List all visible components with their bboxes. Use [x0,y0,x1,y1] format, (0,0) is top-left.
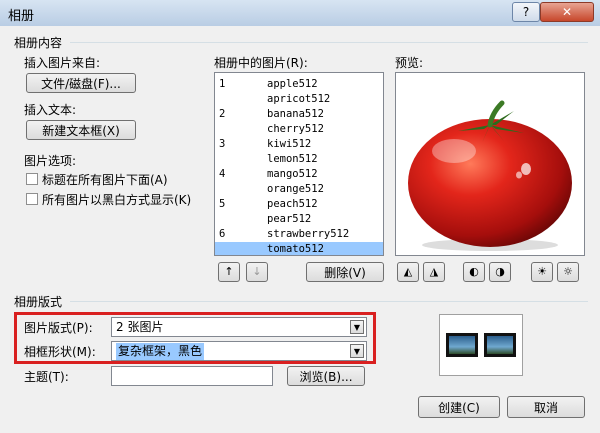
black-white-label: 所有图片以黑白方式显示(K) [42,193,192,207]
list-item[interactable]: apricot512 [215,92,383,107]
cancel-button[interactable]: 取消 [507,396,585,418]
help-button[interactable]: ? [512,2,540,22]
caption-below-label: 标题在所有图片下面(A) [42,173,168,187]
album-content-group-label: 相册内容 [14,36,63,50]
list-item-number: 4 [219,168,226,180]
contrast-down-button[interactable]: ◑ [489,262,511,282]
album-layout-group-label: 相册版式 [14,295,63,309]
brightness-up-button[interactable]: ☀ [531,262,553,282]
list-item-name: kiwi512 [267,138,312,150]
list-item-name: apple512 [267,78,318,90]
group-divider [70,301,588,302]
list-item-name: cherry512 [267,123,324,135]
list-item-name: mango512 [267,168,318,180]
rotate-left-icon: ◭ [403,265,413,278]
highlight-box [14,312,376,364]
brightness-down-button[interactable]: ☼ [557,262,579,282]
rotate-left-button[interactable]: ◭ [397,262,419,282]
brightness-up-icon: ☀ [537,265,547,278]
list-item-number: 1 [219,78,226,90]
list-item[interactable]: 5 peach512 [215,197,383,212]
theme-input[interactable] [111,366,273,386]
layout-thumbnail-image [446,333,516,357]
list-item-name: apricot512 [267,93,331,105]
rotate-right-icon: ◮ [429,265,439,278]
list-item-name: banana512 [267,108,324,120]
pictures-listbox[interactable]: 1 apple512 apricot512 2 banana512 cherry512 3 k… [214,72,384,256]
list-item[interactable]: orange512 [215,182,383,197]
list-item-name: lemon512 [267,153,318,165]
preview-pane [395,72,585,256]
list-item[interactable]: 6 strawberry512 [215,227,383,242]
list-item-number: 6 [219,228,226,240]
move-down-button[interactable]: ↓ [246,262,268,282]
move-up-button[interactable]: ↑ [218,262,240,282]
window-title: 相册 [8,9,35,24]
tomato-preview-image [408,100,572,251]
list-item-number: 5 [219,198,226,210]
preview-label: 预览: [395,56,424,70]
close-button[interactable]: ✕ [540,2,594,22]
list-item-number: 2 [219,108,226,120]
brightness-down-icon: ☼ [563,265,573,278]
rotate-right-button[interactable]: ◮ [423,262,445,282]
caption-below-checkbox[interactable] [26,173,38,185]
list-item[interactable]: 2 banana512 [215,107,383,122]
list-item[interactable]: lemon512 [215,152,383,167]
list-item[interactable]: tomato512 [215,242,383,255]
pictures-list-label: 相册中的图片(R): [214,56,308,70]
list-item[interactable]: 1 apple512 [215,77,383,92]
new-textbox-button[interactable]: 新建文本框(X) [26,120,136,140]
arrow-down-icon: ↓ [252,265,262,278]
contrast-down-icon: ◑ [495,265,505,278]
list-item-name: pear512 [267,213,312,225]
insert-text-label: 插入文本: [24,103,77,117]
layout-preview [439,314,523,376]
file-disk-button[interactable]: 文件/磁盘(F)... [26,73,136,93]
group-divider [70,42,588,43]
picture-options-label: 图片选项: [24,154,77,168]
list-item-name: orange512 [267,183,324,195]
arrow-up-icon: ↑ [224,265,234,278]
remove-button[interactable]: 删除(V) [306,262,384,282]
list-item-name: tomato512 [267,243,324,255]
list-item-name: strawberry512 [267,228,350,240]
list-item[interactable]: 3 kiwi512 [215,137,383,152]
list-item[interactable]: 4 mango512 [215,167,383,182]
list-item-number: 3 [219,138,226,150]
list-item[interactable]: pear512 [215,212,383,227]
title-bar: 相册 ? ✕ [0,0,600,26]
create-button[interactable]: 创建(C) [418,396,500,418]
black-white-checkbox[interactable] [26,193,38,205]
contrast-up-button[interactable]: ◐ [463,262,485,282]
list-item[interactable]: cherry512 [215,122,383,137]
insert-from-label: 插入图片来自: [24,56,101,70]
browse-button[interactable]: 浏览(B)... [287,366,365,386]
theme-label: 主题(T): [24,370,69,384]
contrast-up-icon: ◐ [469,265,479,278]
list-item-name: peach512 [267,198,318,210]
